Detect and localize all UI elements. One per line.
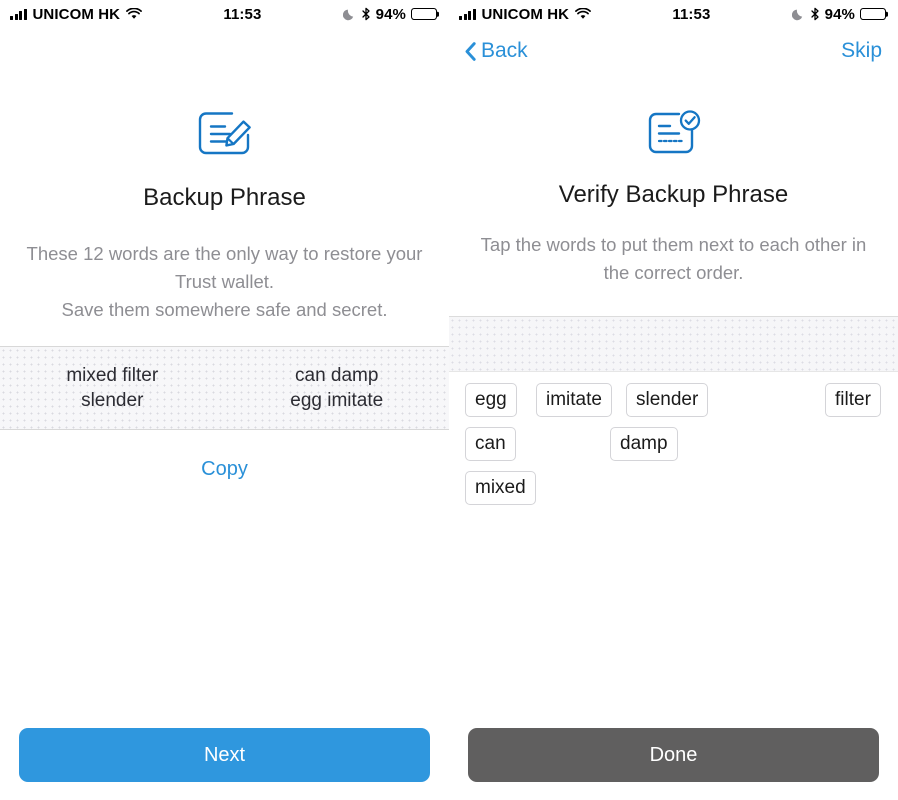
battery-percent-label: 94% [824,5,855,23]
word-chip-pool: egg imitate slender filter can damp mixed [449,379,898,519]
wifi-icon [575,8,592,20]
phrase-line: slender [81,390,144,411]
page-subtitle: These 12 words are the only way to resto… [0,240,449,324]
backup-phrase-display: mixed filter slender can damp egg imitat… [0,346,449,430]
backup-phrase-screen: UNICOM HK 11:53 94% Backup Phrase These … [0,0,449,800]
phrase-line: can damp [295,365,379,386]
moon-icon [791,8,805,21]
bluetooth-icon [361,7,371,21]
clock-label: 11:53 [223,5,262,23]
dual-screenshot-container: UNICOM HK 11:53 94% Backup Phrase These … [0,0,898,800]
next-button[interactable]: Next [19,728,430,782]
page-title: Backup Phrase [143,184,306,211]
moon-icon [342,8,356,21]
skip-button[interactable]: Skip [841,39,882,63]
word-chip-egg[interactable]: egg [465,383,517,417]
verify-backup-phrase-screen: UNICOM HK 11:53 94% Back Skip Verify Bac… [449,0,898,800]
signal-bars-icon [10,8,27,20]
page-subtitle: Tap the words to put them next to each o… [449,231,898,287]
back-button-label: Back [481,39,528,62]
subtitle-line-1: These 12 words are the only way to resto… [26,243,423,264]
subtitle-line-1: Tap the words to put them next to each o… [480,234,867,255]
word-chip-mixed[interactable]: mixed [465,471,536,505]
chevron-left-icon [465,41,476,61]
word-chip-can[interactable]: can [465,427,516,461]
wifi-icon [126,8,143,20]
phrase-column-right: can damp egg imitate [225,363,450,413]
status-bar-right-group: 94% [342,5,437,23]
battery-icon [860,7,886,21]
status-bar-left-group: UNICOM HK [10,5,143,23]
status-bar-right: UNICOM HK 11:53 94% [449,0,898,28]
note-check-icon [646,110,702,163]
status-bar-center-group: 11:53 [142,6,343,23]
subtitle-line-2: the correct order. [603,262,744,283]
status-bar-center-group: 11:53 [591,6,792,23]
verify-illustration [449,110,898,163]
subtitle-line-2: Trust wallet. [174,271,275,292]
word-chip-imitate[interactable]: imitate [536,383,612,417]
page-title: Verify Backup Phrase [558,181,789,208]
carrier-label: UNICOM HK [481,5,570,23]
carrier-label: UNICOM HK [32,5,121,23]
word-chip-damp[interactable]: damp [610,427,678,461]
battery-icon [411,7,437,21]
done-button[interactable]: Done [468,728,879,782]
word-chip-filter[interactable]: filter [825,383,881,417]
phrase-line: mixed filter [66,365,159,386]
status-bar-right-group: 94% [791,5,886,23]
bluetooth-icon [810,7,820,21]
word-chip-slender[interactable]: slender [626,383,709,417]
phrase-column-left: mixed filter slender [0,363,225,413]
battery-percent-label: 94% [375,5,406,23]
copy-button[interactable]: Copy [0,458,449,481]
phrase-line: egg imitate [290,390,384,411]
signal-bars-icon [459,8,476,20]
note-pencil-icon [194,109,256,166]
clock-label: 11:53 [672,5,711,23]
backup-phrase-illustration [0,109,449,166]
selected-words-dropzone[interactable] [449,316,898,372]
subtitle-line-3: Save them somewhere safe and secret. [61,299,388,320]
navigation-bar: Back Skip [449,28,898,74]
back-button[interactable]: Back [465,39,528,63]
status-bar-left-group: UNICOM HK [459,5,592,23]
status-bar-left: UNICOM HK 11:53 94% [0,0,449,28]
